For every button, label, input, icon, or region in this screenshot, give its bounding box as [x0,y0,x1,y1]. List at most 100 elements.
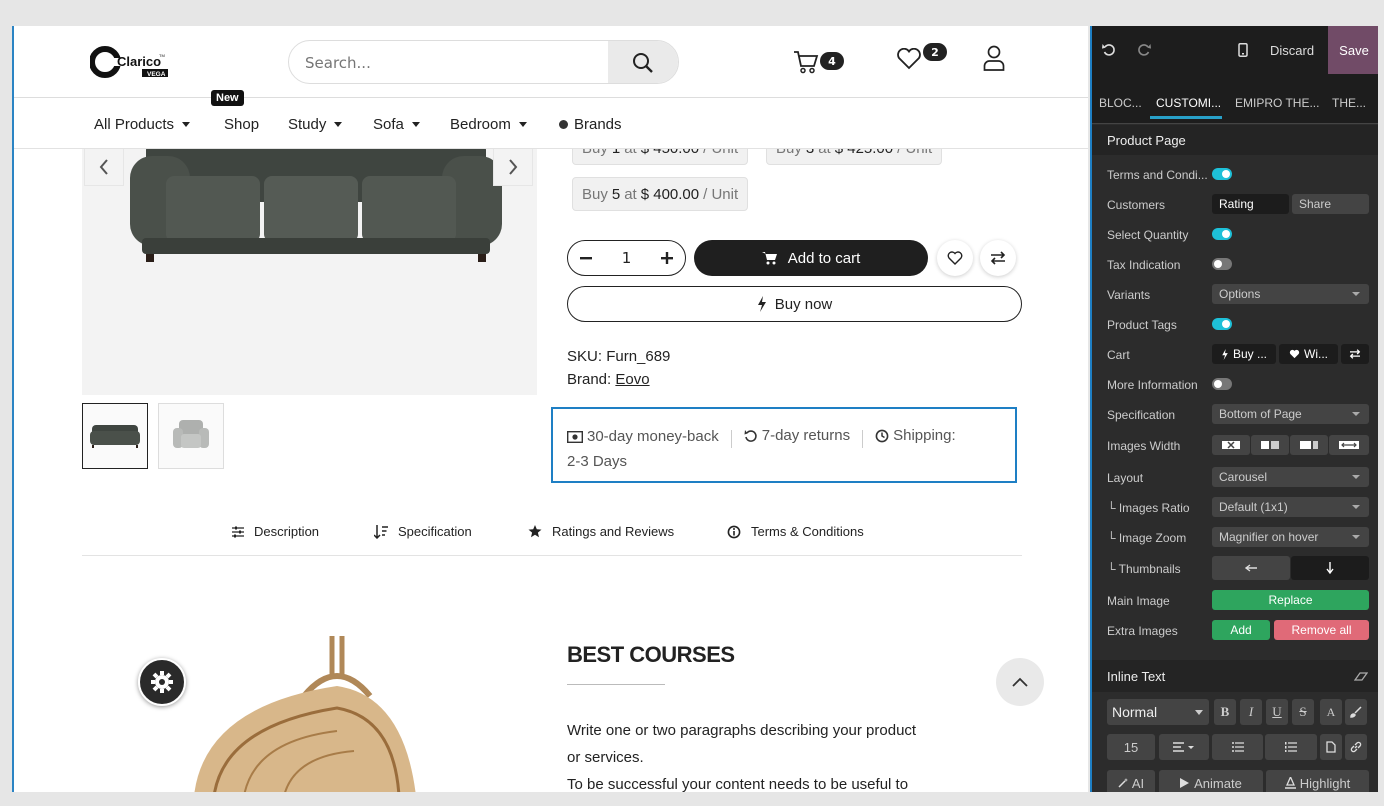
tab-blocks[interactable]: BLOC... [1099,96,1142,110]
link-button[interactable] [1345,734,1367,760]
layout-select[interactable]: Carousel [1212,467,1369,487]
remove-all-images-button[interactable]: Remove all [1274,620,1369,640]
align-button[interactable] [1159,734,1209,760]
nav-brands[interactable]: Brands [559,116,622,133]
font-color-button[interactable]: A [1320,699,1342,725]
eraser-icon[interactable] [1354,671,1368,681]
nav-all-products[interactable]: All Products [94,116,191,133]
customers-share-option[interactable]: Share [1292,194,1369,214]
tab-terms[interactable]: Terms & Conditions [727,524,864,539]
nav-label: Shop [224,116,260,133]
gear-button[interactable] [138,658,186,706]
website-preview: Buy 1 at $ 450.00 / Unit Buy 3 at $ 425.… [12,26,1088,792]
thumbnail-sofa[interactable] [82,403,148,469]
compare-button[interactable] [980,240,1016,276]
image-zoom-select[interactable]: Magnifier on hover [1212,527,1369,547]
scroll-to-top-button[interactable] [996,658,1044,706]
nav-study[interactable]: Study [288,116,343,133]
caret-down-icon [334,122,343,127]
minus-icon[interactable] [580,252,592,264]
tier-price: $ 400.00 [640,185,700,203]
text-style-select[interactable]: Normal [1107,699,1209,725]
font-size-input[interactable]: 15 [1107,734,1155,760]
toggle-select-quantity[interactable] [1212,228,1232,240]
shipping-policy: Shipping: [875,424,956,447]
thumbnails-left-option[interactable] [1212,556,1290,580]
customers-rating-option[interactable]: Rating [1212,194,1289,214]
buy-now-button[interactable]: Buy now [567,286,1022,322]
tab-customize[interactable]: CUSTOMI... [1156,96,1221,110]
save-button[interactable]: Save [1328,26,1378,74]
nav-label: Bedroom [450,116,511,133]
strikethrough-button[interactable]: S [1292,699,1314,725]
content-paragraph-1: Write one or two paragraphs describing y… [567,717,967,771]
search-input[interactable] [305,53,595,73]
undo-button[interactable] [1102,26,1116,74]
toggle-more-information[interactable] [1212,378,1232,390]
cart-compare-option[interactable] [1341,344,1369,364]
images-width-full[interactable] [1329,435,1369,455]
nav-bedroom[interactable]: Bedroom [450,116,527,133]
tab-theme[interactable]: THE... [1332,96,1366,110]
search-bar[interactable] [288,40,679,84]
nav-label: Sofa [373,116,404,133]
brand-link[interactable]: Eovo [615,371,649,388]
plus-icon[interactable] [660,252,673,264]
tab-specification[interactable]: Specification [374,524,472,539]
strikethrough-icon: S [1299,704,1307,719]
product-main-image[interactable] [82,116,537,395]
replace-image-button[interactable]: Replace [1212,590,1369,610]
next-image-button[interactable] [493,148,533,186]
width-half-icon [1261,441,1279,449]
thumbnail-armchair[interactable] [158,403,224,469]
images-width-half[interactable] [1251,435,1289,455]
highlight-button[interactable]: Highlight [1266,770,1369,792]
mobile-preview-button[interactable] [1238,26,1248,74]
add-to-wishlist-button[interactable] [937,240,973,276]
label-product-tags: Product Tags [1107,318,1177,332]
site-header: Clarico TM VEGA 4 2 [14,26,1088,98]
tab-emipro-theme[interactable]: EMIPRO THE... [1235,96,1319,110]
clarico-logo[interactable]: Clarico TM VEGA [89,46,170,80]
thumbnails-bottom-option[interactable] [1291,556,1369,580]
cart-wishlist-option[interactable]: Wi... [1279,344,1338,364]
cart-button[interactable] [792,48,820,76]
images-width-none[interactable] [1212,435,1250,455]
variants-select[interactable]: Options [1212,284,1369,304]
quantity-stepper[interactable]: 1 [567,240,686,276]
tab-ratings[interactable]: Ratings and Reviews [528,524,674,539]
redo-button[interactable] [1137,26,1151,74]
policy-block[interactable]: 30-day money-back 7-day returns Shipping… [551,407,1017,483]
add-extra-image-button[interactable]: Add [1212,620,1270,640]
nav-sofa[interactable]: Sofa [373,116,420,133]
italic-button[interactable]: I [1240,699,1262,725]
undo-icon [1102,44,1115,56]
cart-buy-option[interactable]: Buy ... [1212,344,1276,364]
user-account-button[interactable] [981,44,1007,72]
editor-toolbar: Discard Save [1092,26,1378,74]
bullet-list-icon [1231,742,1244,752]
discard-button[interactable]: Discard [1270,26,1314,74]
specification-select[interactable]: Bottom of Page [1212,404,1369,424]
price-tier-3[interactable]: Buy 5 at $ 400.00 / Unit [572,177,749,211]
bullet-list-button[interactable] [1212,734,1263,760]
images-ratio-select[interactable]: Default (1x1) [1212,497,1369,517]
wishlist-button[interactable] [895,45,923,73]
prev-image-button[interactable] [84,148,124,186]
toggle-product-tags[interactable] [1212,318,1232,330]
images-width-third[interactable] [1290,435,1328,455]
quantity-value[interactable]: 1 [622,249,632,267]
highlight-color-button[interactable] [1345,699,1367,725]
add-to-cart-button[interactable]: Add to cart [694,240,928,276]
numbered-list-button[interactable] [1265,734,1317,760]
bold-button[interactable]: B [1214,699,1236,725]
toggle-tax[interactable] [1212,258,1232,270]
nav-shop[interactable]: Shop [224,116,259,133]
animate-button[interactable]: Animate [1159,770,1263,792]
tab-description[interactable]: Description [232,524,319,539]
ai-button[interactable]: AI [1107,770,1155,792]
file-button[interactable] [1320,734,1342,760]
search-button[interactable] [608,41,678,83]
underline-button[interactable]: U [1266,699,1288,725]
toggle-terms[interactable] [1212,168,1232,180]
